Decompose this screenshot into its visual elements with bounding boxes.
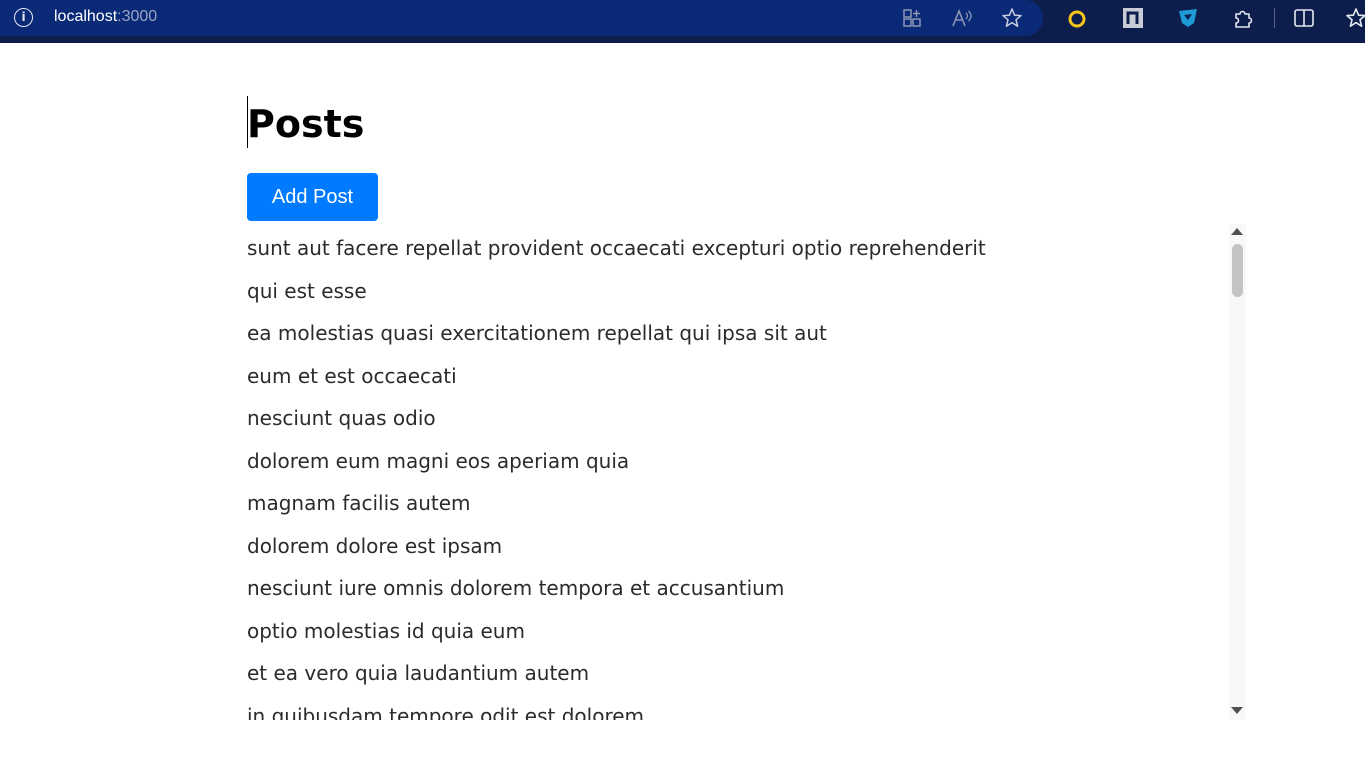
- post-list-item: in quibusdam tempore odit est dolorem: [247, 703, 645, 721]
- favorites-icon[interactable]: [1344, 6, 1365, 30]
- post-list-item: ea molestias quasi exercitationem repell…: [247, 321, 827, 345]
- post-list-container[interactable]: sunt aut facere repellat provident occae…: [247, 236, 1245, 720]
- post-list: sunt aut facere repellat provident occae…: [247, 236, 1245, 720]
- post-list-item: et ea vero quia laudantium autem: [247, 661, 590, 685]
- post-list-item: nesciunt iure omnis dolorem tempora et a…: [247, 576, 785, 600]
- favorite-star-icon[interactable]: [1000, 6, 1024, 30]
- post-list-item: sunt aut facere repellat provident occae…: [247, 236, 986, 260]
- toolbar-divider: [1274, 8, 1275, 28]
- scroll-thumb[interactable]: [1232, 244, 1243, 297]
- post-list-scrollbar[interactable]: [1229, 224, 1246, 720]
- extension-ring-icon[interactable]: [1065, 6, 1089, 30]
- site-info-icon[interactable]: i: [14, 8, 33, 27]
- add-post-button[interactable]: Add Post: [247, 173, 378, 221]
- extension-shield-icon[interactable]: [1176, 6, 1200, 30]
- extension-n-icon[interactable]: [1121, 6, 1145, 30]
- post-list-item: nesciunt quas odio: [247, 406, 436, 430]
- address-bar[interactable]: i localhost:3000: [0, 0, 1043, 36]
- post-list-item: dolorem dolore est ipsam: [247, 533, 503, 558]
- page-title: Posts: [247, 102, 365, 146]
- split-view-icon[interactable]: [1292, 6, 1316, 30]
- extensions-puzzle-icon[interactable]: [1231, 6, 1255, 30]
- url-text[interactable]: localhost:3000: [54, 8, 157, 26]
- post-list-item: qui est esse: [247, 278, 367, 303]
- post-list-item: magnam facilis autem: [247, 491, 471, 515]
- url-host: localhost: [54, 8, 118, 25]
- scroll-up-arrow[interactable]: [1231, 228, 1243, 235]
- scroll-down-arrow[interactable]: [1231, 707, 1243, 714]
- browser-toolbar: i localhost:3000: [0, 0, 1365, 43]
- post-list-item: optio molestias id quia eum: [247, 618, 525, 643]
- post-list-item: eum et est occaecati: [247, 363, 457, 388]
- post-list-item: dolorem eum magni eos aperiam quia: [247, 448, 630, 473]
- read-aloud-icon[interactable]: [950, 6, 974, 30]
- url-port: :3000: [117, 8, 158, 25]
- split-screen-icon[interactable]: [900, 6, 924, 30]
